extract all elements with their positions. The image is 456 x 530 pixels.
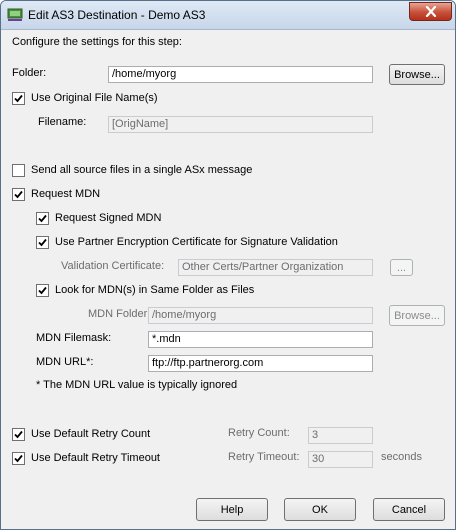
mdn-folder-browse-button[interactable]: Browse... [389, 305, 445, 326]
app-icon [7, 8, 23, 22]
help-button[interactable]: Help [196, 498, 268, 521]
request-mdn-checkbox[interactable] [12, 188, 25, 201]
folder-label: Folder: [12, 67, 47, 79]
close-icon [425, 6, 436, 17]
use-partner-cert-label: Use Partner Encryption Certificate for S… [55, 236, 338, 248]
filename-input[interactable]: [OrigName] [108, 116, 373, 133]
folder-browse-button[interactable]: Browse... [389, 64, 445, 85]
request-signed-mdn-label: Request Signed MDN [55, 212, 162, 224]
mdn-folder-input[interactable]: /home/myorg [148, 307, 373, 324]
use-default-retry-timeout-checkbox[interactable] [12, 452, 25, 465]
checkmark-icon [38, 238, 47, 247]
cancel-button[interactable]: Cancel [373, 498, 445, 521]
mdn-filemask-input[interactable]: *.mdn [148, 331, 373, 348]
retry-timeout-unit: seconds [381, 451, 422, 463]
retry-count-input[interactable]: 3 [308, 427, 373, 444]
validation-certificate-select-button[interactable]: ... [390, 259, 413, 276]
use-original-file-name-checkbox[interactable] [12, 92, 25, 105]
use-original-file-name-label: Use Original File Name(s) [31, 92, 158, 104]
checkmark-icon [14, 430, 23, 439]
checkmark-icon [14, 94, 23, 103]
folder-input[interactable]: /home/myorg [108, 66, 373, 83]
checkmark-icon [14, 190, 23, 199]
retry-timeout-label: Retry Timeout: [228, 451, 300, 463]
mdn-url-input[interactable]: ftp://ftp.partnerorg.com [148, 355, 373, 372]
mdn-url-label: MDN URL*: [36, 356, 94, 368]
request-signed-mdn-checkbox[interactable] [36, 212, 49, 225]
filename-label: Filename: [38, 116, 87, 128]
request-mdn-label: Request MDN [31, 188, 101, 200]
retry-timeout-input[interactable]: 30 [308, 451, 373, 468]
mdn-filemask-label: MDN Filemask: [36, 332, 112, 344]
ok-button[interactable]: OK [284, 498, 356, 521]
use-partner-cert-checkbox[interactable] [36, 236, 49, 249]
mdn-url-note: * The MDN URL value is typically ignored [36, 379, 238, 391]
checkmark-icon [38, 286, 47, 295]
close-button[interactable] [409, 2, 452, 21]
dialog-window: Edit AS3 Destination - Demo AS3 Configur… [0, 0, 456, 530]
intro-text: Configure the settings for this step: [12, 36, 182, 48]
send-single-message-checkbox[interactable] [12, 164, 25, 177]
validation-certificate-input[interactable]: Other Certs/Partner Organization [178, 259, 373, 276]
use-default-retry-timeout-label: Use Default Retry Timeout [31, 452, 160, 464]
use-default-retry-count-label: Use Default Retry Count [31, 428, 151, 440]
dialog-body: Configure the settings for this step: Fo… [2, 31, 454, 529]
validation-certificate-label: Validation Certificate: [61, 260, 165, 272]
checkmark-icon [38, 214, 47, 223]
title-bar[interactable]: Edit AS3 Destination - Demo AS3 [1, 1, 455, 30]
send-single-message-label: Send all source files in a single ASx me… [31, 164, 253, 176]
use-default-retry-count-checkbox[interactable] [12, 428, 25, 441]
look-same-folder-label: Look for MDN(s) in Same Folder as Files [55, 284, 255, 296]
checkmark-icon [14, 454, 23, 463]
retry-count-label: Retry Count: [228, 427, 290, 439]
window-title: Edit AS3 Destination - Demo AS3 [28, 8, 206, 22]
mdn-folder-label: MDN Folder: [88, 308, 151, 320]
look-same-folder-checkbox[interactable] [36, 284, 49, 297]
